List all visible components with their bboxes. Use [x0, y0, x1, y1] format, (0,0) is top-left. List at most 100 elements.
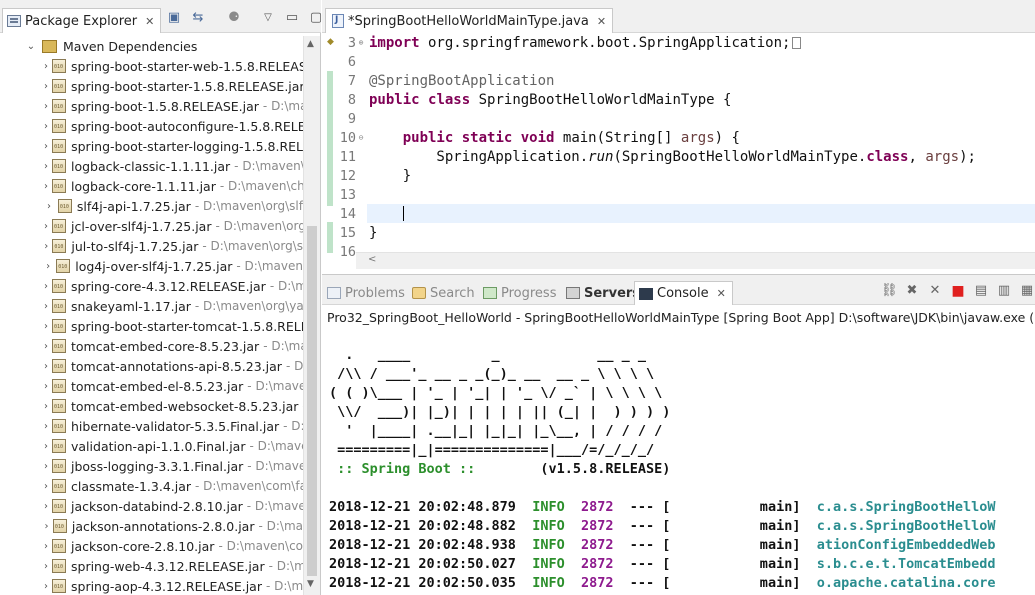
chevron-right-icon[interactable]: ›	[44, 521, 49, 532]
jar-entry[interactable]: › logback-core-1.1.11.jar- D:\maven\ch	[0, 176, 303, 196]
jar-entry[interactable]: › hibernate-validator-5.3.5.Final.jar- D:…	[0, 416, 303, 436]
close-icon[interactable]: ✕	[145, 15, 154, 28]
jar-entry[interactable]: › spring-aop-4.3.12.RELEASE.jar - D:\m	[0, 576, 303, 595]
jar-entry[interactable]: › tomcat-annotations-api-8.5.23.jar- D	[0, 356, 303, 376]
jar-entry[interactable]: › spring-web-4.3.12.RELEASE.jar- D:\ma	[0, 556, 303, 576]
fold-toggle-icon[interactable]: ⊖	[356, 133, 366, 142]
chevron-right-icon[interactable]: ›	[44, 221, 48, 232]
tab-servers[interactable]: Servers	[566, 281, 640, 305]
scrollbar-thumb[interactable]	[307, 226, 317, 576]
chevron-right-icon[interactable]: ›	[44, 541, 48, 552]
collapse-all-icon[interactable]: ▣	[166, 10, 182, 26]
editor-tab-main-type[interactable]: *SpringBootHelloWorldMainType.java ✕	[325, 8, 614, 33]
jar-entry[interactable]: › spring-core-4.3.12.RELEASE.jar- D:\ma	[0, 276, 303, 296]
jar-entry[interactable]: › tomcat-embed-el-8.5.23.jar- D:\mave	[0, 376, 303, 396]
jar-entry[interactable]: › logback-classic-1.1.11.jar- D:\maven\	[0, 156, 303, 176]
code-line[interactable]: 9	[322, 109, 1035, 128]
fold-toggle-icon[interactable]: ⊕	[356, 38, 366, 47]
jar-entry[interactable]: › tomcat-embed-core-8.5.23.jar- D:\ma	[0, 336, 303, 356]
chevron-right-icon[interactable]: ›	[44, 341, 48, 352]
chevron-right-icon[interactable]: ›	[44, 501, 48, 512]
jar-entry[interactable]: › jackson-annotations-2.8.0.jar- D:\ma	[0, 516, 303, 536]
chevron-right-icon[interactable]: ›	[44, 561, 48, 572]
jar-entry[interactable]: › log4j-over-slf4j-1.7.25.jar- D:\maven	[0, 256, 303, 276]
jar-entry[interactable]: › jackson-databind-2.8.10.jar- D:\mave	[0, 496, 303, 516]
code-line[interactable]: 7 @SpringBootApplication	[322, 71, 1035, 90]
jar-entry[interactable]: › jackson-core-2.8.10.jar- D:\maven\co	[0, 536, 303, 556]
jar-entry[interactable]: › jcl-over-slf4j-1.7.25.jar- D:\maven\org	[0, 216, 303, 236]
view-menu-chevron-down-icon[interactable]: ▽	[260, 10, 276, 26]
jar-entry[interactable]: › slf4j-api-1.7.25.jar- D:\maven\org\slf	[0, 196, 303, 216]
jar-entry[interactable]: › spring-boot-starter-1.5.8.RELEASE.jar	[0, 76, 303, 96]
tab-problems[interactable]: Problems	[327, 281, 405, 305]
jar-entry[interactable]: › classmate-1.3.4.jar- D:\maven\com\fa	[0, 476, 303, 496]
code-line[interactable]: 8 public class SpringBootHelloWorldMainTy…	[322, 90, 1035, 109]
chevron-right-icon[interactable]: ›	[44, 321, 48, 332]
jar-entry[interactable]: › jul-to-slf4j-1.7.25.jar- D:\maven\org\s	[0, 236, 303, 256]
chevron-right-icon[interactable]: ›	[44, 481, 48, 492]
jar-entry[interactable]: › snakeyaml-1.17.jar- D:\maven\org\ya	[0, 296, 303, 316]
chevron-right-icon[interactable]: ›	[44, 421, 48, 432]
tab-search[interactable]: Search	[412, 281, 475, 305]
chevron-right-icon[interactable]: ›	[44, 261, 52, 272]
link-icon[interactable]: ⛓	[881, 283, 898, 299]
chevron-right-icon[interactable]: ›	[44, 241, 48, 252]
package-tree-scrollbar[interactable]: ▲ ▼	[303, 36, 320, 595]
console-output[interactable]: . ____ _ __ _ _ /\\ / ___'_ __ _ _(_)_ _…	[322, 327, 1035, 595]
jar-entry[interactable]: › spring-boot-starter-web-1.5.8.RELEAS	[0, 56, 303, 76]
tree-node-maven-dependencies[interactable]: ⌄ Maven Dependencies	[0, 36, 303, 56]
chevron-right-icon[interactable]: ›	[44, 301, 48, 312]
chevron-right-icon[interactable]: ›	[44, 161, 48, 172]
chevron-right-icon[interactable]: ›	[44, 461, 48, 472]
collapsed-imports-marker-icon[interactable]	[792, 36, 802, 49]
clear-console-icon[interactable]: ▤	[973, 283, 989, 299]
code-line[interactable]: 11 SpringApplication.run(SpringBootHello…	[322, 147, 1035, 166]
chevron-right-icon[interactable]: ›	[44, 201, 54, 212]
jar-entry[interactable]: › jboss-logging-3.3.1.Final.jar- D:\mave	[0, 456, 303, 476]
code-line[interactable]: 6	[322, 52, 1035, 71]
tab-console[interactable]: Console ✕	[634, 281, 733, 305]
chevron-right-icon[interactable]: ›	[44, 61, 48, 72]
close-icon[interactable]: ✕	[597, 15, 606, 28]
code-area[interactable]: ◆ 3 ⊕ import org.springframework.boot.Spri…	[322, 33, 1035, 260]
scroll-left-arrow-icon[interactable]: <	[368, 254, 376, 265]
minimize-icon[interactable]: ▭	[284, 10, 300, 26]
chevron-right-icon[interactable]: ›	[44, 121, 48, 132]
jar-entry[interactable]: ›tomcat-embed-websocket-8.5.23.jar- D	[0, 396, 303, 416]
remove-all-terminated-icon[interactable]: ✕	[927, 283, 943, 299]
chevron-right-icon[interactable]: ›	[44, 581, 48, 592]
jar-entry[interactable]: › spring-boot-starter-tomcat-1.5.8.RELE	[0, 316, 303, 336]
link-with-editor-icon[interactable]: ⇆	[190, 10, 206, 26]
chevron-down-icon[interactable]: ⌄	[24, 41, 38, 52]
code-line[interactable]: 13	[322, 185, 1035, 204]
chevron-right-icon[interactable]: ›	[44, 401, 48, 412]
scroll-down-arrow-icon[interactable]: ▼	[307, 579, 314, 589]
package-explorer-tab[interactable]: Package Explorer ✕	[2, 8, 162, 33]
code-line[interactable]: 10 ⊖ public static void main(String[] arg…	[322, 128, 1035, 147]
scroll-up-arrow-icon[interactable]: ▲	[307, 39, 314, 49]
jar-entry[interactable]: › validation-api-1.1.0.Final.jar- D:\mave	[0, 436, 303, 456]
chevron-right-icon[interactable]: ›	[44, 281, 48, 292]
remove-launch-icon[interactable]: ✖	[904, 283, 920, 299]
focus-on-active-task-icon[interactable]: ⚈	[226, 10, 242, 26]
editor-horizontal-scrollbar[interactable]: <	[356, 252, 1035, 269]
chevron-right-icon[interactable]: ›	[44, 441, 48, 452]
code-line[interactable]: 12 }	[322, 166, 1035, 185]
chevron-right-icon[interactable]: ›	[44, 181, 48, 192]
jar-entry[interactable]: › spring-boot-1.5.8.RELEASE.jar- D:\ma	[0, 96, 303, 116]
terminate-icon[interactable]: ■	[950, 283, 966, 299]
close-icon[interactable]: ✕	[717, 287, 726, 300]
code-line[interactable]: 15}	[322, 223, 1035, 242]
chevron-right-icon[interactable]: ›	[44, 101, 48, 112]
jar-entry[interactable]: › spring-boot-starter-logging-1.5.8.REL	[0, 136, 303, 156]
code-line[interactable]: 3 ⊕ import org.springframework.boot.Spring…	[322, 33, 1035, 52]
chevron-right-icon[interactable]: ›	[44, 81, 48, 92]
code-line[interactable]: 14	[322, 204, 1035, 223]
scroll-lock-icon[interactable]: ▥	[996, 283, 1012, 299]
chevron-right-icon[interactable]: ›	[44, 361, 48, 372]
chevron-right-icon[interactable]: ›	[44, 141, 48, 152]
jar-entry[interactable]: › spring-boot-autoconfigure-1.5.8.RELE	[0, 116, 303, 136]
word-wrap-icon[interactable]: ▦	[1019, 283, 1035, 299]
chevron-right-icon[interactable]: ›	[44, 381, 48, 392]
tab-progress[interactable]: Progress	[483, 281, 556, 305]
